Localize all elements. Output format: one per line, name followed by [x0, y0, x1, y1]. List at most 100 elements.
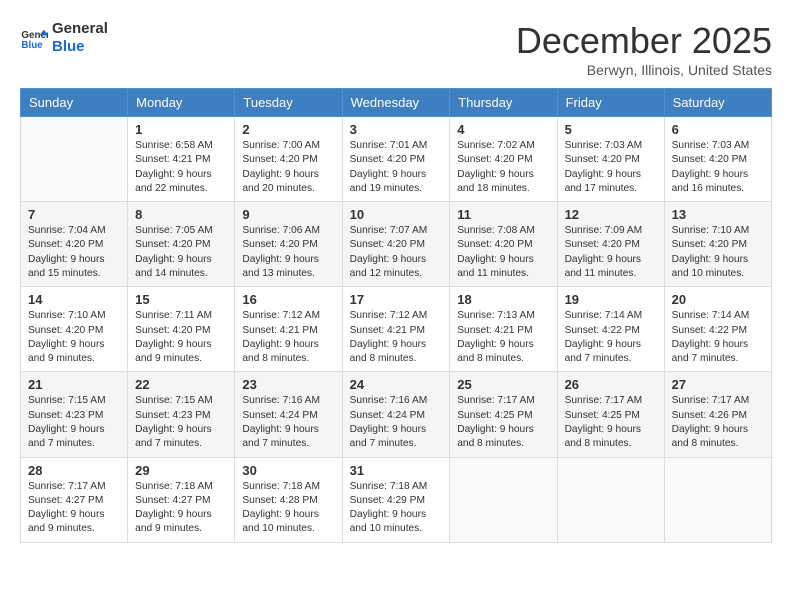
day-number: 3: [350, 122, 443, 137]
logo-text-general: General: [52, 20, 108, 38]
calendar-cell: 27 Sunrise: 7:17 AMSunset: 4:26 PMDayligh…: [664, 372, 771, 457]
calendar-cell: 24 Sunrise: 7:16 AMSunset: 4:24 PMDayligh…: [342, 372, 450, 457]
calendar-cell: 7 Sunrise: 7:04 AMSunset: 4:20 PMDaylight…: [21, 202, 128, 287]
day-info: Sunrise: 7:10 AMSunset: 4:20 PMDaylight:…: [28, 309, 120, 366]
day-number: 9: [242, 207, 334, 222]
location: Berwyn, Illinois, United States: [516, 62, 772, 78]
day-number: 23: [242, 377, 334, 392]
day-info: Sunrise: 7:02 AMSunset: 4:20 PMDaylight:…: [457, 139, 549, 196]
calendar-cell: [21, 117, 128, 202]
calendar-cell: 20Sunrise: 7:14 AMSunset: 4:22 PMDayligh…: [664, 287, 771, 372]
day-number: 18: [457, 292, 549, 307]
calendar-cell: 21 Sunrise: 7:15 AMSunset: 4:23 PMDayligh…: [21, 372, 128, 457]
calendar-week-1: 1 Sunrise: 6:58 AMSunset: 4:21 PMDaylight…: [21, 117, 772, 202]
day-number: 4: [457, 122, 549, 137]
calendar-cell: 1 Sunrise: 6:58 AMSunset: 4:21 PMDaylight…: [128, 117, 235, 202]
calendar-week-5: 28Sunrise: 7:17 AMSunset: 4:27 PMDayligh…: [21, 457, 772, 542]
calendar-cell: 2Sunrise: 7:00 AMSunset: 4:20 PMDaylight…: [235, 117, 342, 202]
day-number: 14: [28, 292, 120, 307]
day-number: 30: [242, 463, 334, 478]
calendar-cell: [557, 457, 664, 542]
calendar-cell: 15 Sunrise: 7:11 AMSunset: 4:20 PMDayligh…: [128, 287, 235, 372]
day-info: Sunrise: 7:17 AMSunset: 4:27 PMDaylight:…: [28, 480, 120, 537]
day-info: Sunrise: 7:18 AMSunset: 4:27 PMDaylight:…: [135, 480, 227, 537]
day-number: 21: [28, 377, 120, 392]
day-number: 6: [672, 122, 764, 137]
weekday-header-monday: Monday: [128, 89, 235, 117]
page-header: General Blue General Blue December 2025 …: [20, 20, 772, 78]
day-info: Sunrise: 7:08 AMSunset: 4:20 PMDaylight:…: [457, 224, 549, 281]
calendar-cell: 9Sunrise: 7:06 AMSunset: 4:20 PMDaylight…: [235, 202, 342, 287]
day-number: 10: [350, 207, 443, 222]
day-number: 5: [565, 122, 657, 137]
weekday-header-row: SundayMondayTuesdayWednesdayThursdayFrid…: [21, 89, 772, 117]
calendar-cell: 28Sunrise: 7:17 AMSunset: 4:27 PMDayligh…: [21, 457, 128, 542]
logo-icon: General Blue: [20, 24, 48, 52]
calendar-cell: [450, 457, 557, 542]
day-info: Sunrise: 7:15 AMSunset: 4:23 PMDaylight:…: [28, 394, 120, 451]
calendar-cell: [664, 457, 771, 542]
calendar-cell: 16 Sunrise: 7:12 AMSunset: 4:21 PMDayligh…: [235, 287, 342, 372]
day-number: 1: [135, 122, 227, 137]
weekday-header-friday: Friday: [557, 89, 664, 117]
day-info: Sunrise: 7:05 AMSunset: 4:20 PMDaylight:…: [135, 224, 227, 281]
calendar-cell: 11 Sunrise: 7:08 AMSunset: 4:20 PMDayligh…: [450, 202, 557, 287]
day-number: 13: [672, 207, 764, 222]
calendar-cell: 22 Sunrise: 7:15 AMSunset: 4:23 PMDayligh…: [128, 372, 235, 457]
day-number: 27: [672, 377, 764, 392]
day-number: 26: [565, 377, 657, 392]
day-info: Sunrise: 7:09 AMSunset: 4:20 PMDaylight:…: [565, 224, 657, 281]
day-number: 16: [242, 292, 334, 307]
title-block: December 2025 Berwyn, Illinois, United S…: [516, 20, 772, 78]
day-number: 17: [350, 292, 443, 307]
day-info: Sunrise: 7:07 AMSunset: 4:20 PMDaylight:…: [350, 224, 443, 281]
day-number: 19: [565, 292, 657, 307]
day-number: 15: [135, 292, 227, 307]
weekday-header-tuesday: Tuesday: [235, 89, 342, 117]
svg-text:Blue: Blue: [21, 40, 43, 51]
day-info: Sunrise: 7:14 AMSunset: 4:22 PMDaylight:…: [565, 309, 657, 366]
day-info: Sunrise: 7:17 AMSunset: 4:26 PMDaylight:…: [672, 394, 764, 451]
calendar-cell: 3 Sunrise: 7:01 AMSunset: 4:20 PMDaylight…: [342, 117, 450, 202]
day-number: 8: [135, 207, 227, 222]
weekday-header-wednesday: Wednesday: [342, 89, 450, 117]
day-info: Sunrise: 7:18 AMSunset: 4:28 PMDaylight:…: [242, 480, 334, 537]
calendar-cell: 5 Sunrise: 7:03 AMSunset: 4:20 PMDaylight…: [557, 117, 664, 202]
day-info: Sunrise: 7:03 AMSunset: 4:20 PMDaylight:…: [565, 139, 657, 196]
day-info: Sunrise: 7:01 AMSunset: 4:20 PMDaylight:…: [350, 139, 443, 196]
day-info: Sunrise: 7:16 AMSunset: 4:24 PMDaylight:…: [350, 394, 443, 451]
logo: General Blue General Blue: [20, 20, 108, 56]
calendar-table: SundayMondayTuesdayWednesdayThursdayFrid…: [20, 88, 772, 543]
day-number: 22: [135, 377, 227, 392]
calendar-cell: 26Sunrise: 7:17 AMSunset: 4:25 PMDayligh…: [557, 372, 664, 457]
day-number: 25: [457, 377, 549, 392]
calendar-week-3: 14 Sunrise: 7:10 AMSunset: 4:20 PMDayligh…: [21, 287, 772, 372]
calendar-week-2: 7 Sunrise: 7:04 AMSunset: 4:20 PMDaylight…: [21, 202, 772, 287]
day-info: Sunrise: 7:18 AMSunset: 4:29 PMDaylight:…: [350, 480, 443, 537]
day-info: Sunrise: 7:17 AMSunset: 4:25 PMDaylight:…: [457, 394, 549, 451]
day-info: Sunrise: 7:10 AMSunset: 4:20 PMDaylight:…: [672, 224, 764, 281]
day-number: 11: [457, 207, 549, 222]
day-info: Sunrise: 7:04 AMSunset: 4:20 PMDaylight:…: [28, 224, 120, 281]
calendar-week-4: 21 Sunrise: 7:15 AMSunset: 4:23 PMDayligh…: [21, 372, 772, 457]
calendar-cell: 23 Sunrise: 7:16 AMSunset: 4:24 PMDayligh…: [235, 372, 342, 457]
day-number: 24: [350, 377, 443, 392]
day-number: 12: [565, 207, 657, 222]
calendar-cell: 6Sunrise: 7:03 AMSunset: 4:20 PMDaylight…: [664, 117, 771, 202]
day-number: 7: [28, 207, 120, 222]
day-info: Sunrise: 6:58 AMSunset: 4:21 PMDaylight:…: [135, 139, 227, 196]
calendar-cell: 31Sunrise: 7:18 AMSunset: 4:29 PMDayligh…: [342, 457, 450, 542]
calendar-cell: 4 Sunrise: 7:02 AMSunset: 4:20 PMDaylight…: [450, 117, 557, 202]
day-info: Sunrise: 7:11 AMSunset: 4:20 PMDaylight:…: [135, 309, 227, 366]
month-title: December 2025: [516, 20, 772, 62]
weekday-header-thursday: Thursday: [450, 89, 557, 117]
calendar-cell: 10 Sunrise: 7:07 AMSunset: 4:20 PMDayligh…: [342, 202, 450, 287]
day-number: 2: [242, 122, 334, 137]
calendar-cell: 12 Sunrise: 7:09 AMSunset: 4:20 PMDayligh…: [557, 202, 664, 287]
day-info: Sunrise: 7:12 AMSunset: 4:21 PMDaylight:…: [242, 309, 334, 366]
day-info: Sunrise: 7:15 AMSunset: 4:23 PMDaylight:…: [135, 394, 227, 451]
calendar-cell: 17Sunrise: 7:12 AMSunset: 4:21 PMDayligh…: [342, 287, 450, 372]
calendar-cell: 14 Sunrise: 7:10 AMSunset: 4:20 PMDayligh…: [21, 287, 128, 372]
calendar-cell: 30 Sunrise: 7:18 AMSunset: 4:28 PMDayligh…: [235, 457, 342, 542]
day-info: Sunrise: 7:16 AMSunset: 4:24 PMDaylight:…: [242, 394, 334, 451]
